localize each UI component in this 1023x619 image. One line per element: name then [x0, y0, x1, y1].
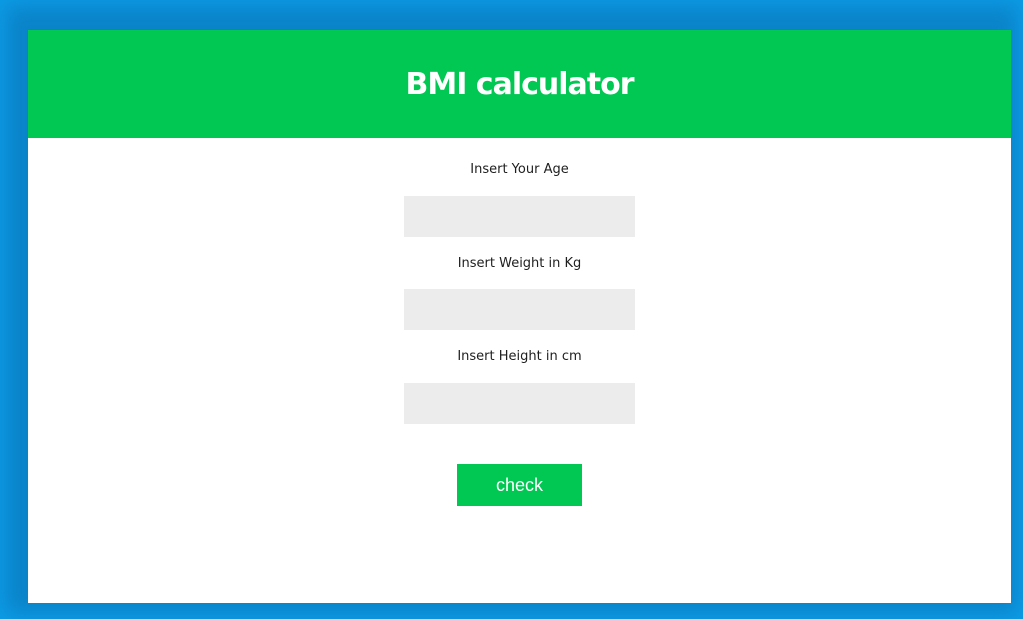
weight-label: Insert Weight in Kg [457, 256, 582, 271]
height-input[interactable] [404, 383, 635, 424]
height-label: Insert Height in cm [457, 349, 582, 364]
header-banner: BMI calculator [28, 30, 1011, 138]
page-title: BMI calculator [405, 66, 634, 102]
age-label: Insert Your Age [470, 162, 569, 177]
calculator-card: BMI calculator Insert Your Age Insert We… [28, 30, 1011, 603]
check-button[interactable]: check [457, 464, 582, 506]
weight-input[interactable] [404, 289, 635, 330]
age-input[interactable] [404, 196, 635, 237]
